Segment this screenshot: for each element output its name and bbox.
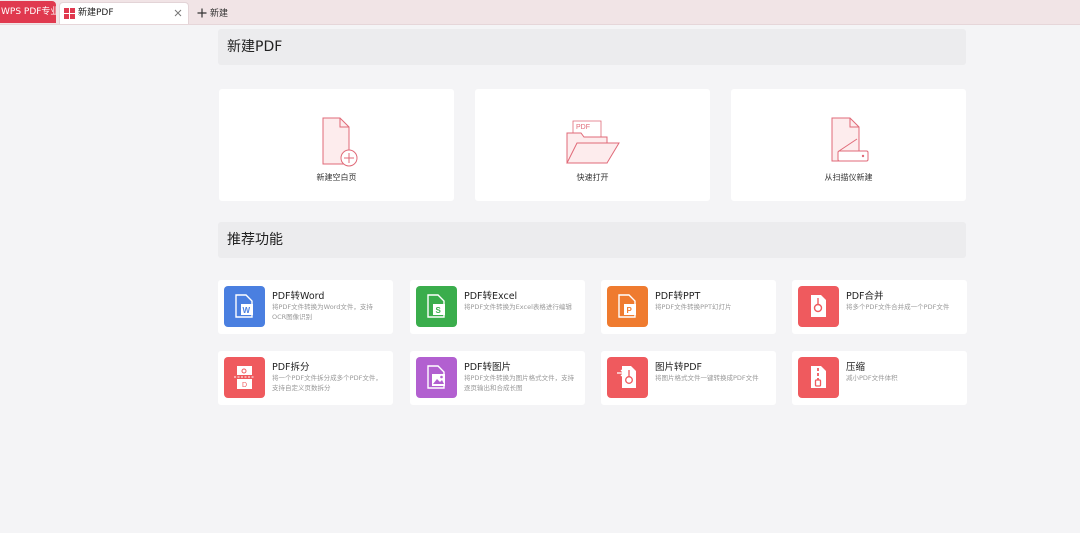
feature-image-to-pdf[interactable]: 图片转PDF 将图片格式文件一键转换成PDF文件 (601, 351, 776, 405)
svg-text:D: D (242, 382, 247, 389)
feature-title: PDF转图片 (464, 362, 512, 373)
image-to-pdf-icon (607, 357, 648, 398)
card-label: 新建空白页 (316, 173, 357, 182)
tab-label: 新建PDF (78, 8, 114, 18)
plus-icon (197, 8, 207, 17)
feature-description: 将PDF文件转换为Word文件，支持OCR图像识别 (272, 303, 373, 321)
scanner-icon (831, 117, 868, 162)
quick-open-card[interactable]: PDF 快速打开 (475, 89, 710, 201)
app-brand-tab[interactable]: WPS PDF专业版 (0, 1, 56, 23)
section-title-new-pdf: 新建PDF (218, 29, 966, 65)
feature-pdf-split[interactable]: D PDF拆分 将一个PDF文件拆分成多个PDF文件，支持自定义页数拆分 (218, 351, 393, 405)
new-blank-page-card[interactable]: 新建空白页 (219, 89, 454, 201)
pdf-doc-icon (64, 8, 75, 19)
feature-description: 将PDF文件转换为Excel表格进行编辑 (464, 303, 572, 311)
new-tab-label: 新建 (210, 9, 229, 19)
feature-title: PDF拆分 (272, 362, 310, 373)
card-label: 从扫描仪新建 (824, 173, 873, 182)
feature-pdf-to-image[interactable]: PDF转图片 将PDF文件转换为图片格式文件，支持逐页输出和合成长图 (410, 351, 585, 405)
pdf-to-ppt-icon: P (607, 286, 648, 327)
feature-pdf-to-ppt[interactable]: P PDF转PPT 将PDF文件转换PPT幻灯片 (601, 280, 776, 334)
scanner-new-card[interactable]: 从扫描仪新建 (731, 89, 966, 201)
feature-title: PDF转Word (272, 291, 325, 302)
pdf-to-image-icon (416, 357, 457, 398)
feature-description: 将图片格式文件一键转换成PDF文件 (655, 374, 759, 382)
feature-title: PDF转PPT (655, 291, 701, 302)
feature-title: PDF合并 (846, 291, 884, 302)
feature-compress[interactable]: 压缩 减小PDF文件体积 (792, 351, 967, 405)
quick-open-folder-icon: PDF (565, 120, 620, 164)
pdf-text-mark: PDF (576, 124, 590, 131)
feature-description: 将PDF文件转换PPT幻灯片 (655, 303, 732, 311)
compress-icon (798, 357, 839, 398)
tab-new-pdf[interactable]: 新建PDF (59, 2, 189, 24)
new-tab-button[interactable]: 新建 (197, 4, 228, 21)
section-title-recommended: 推荐功能 (218, 222, 966, 258)
feature-description: 将多个PDF文件合并成一个PDF文件 (846, 303, 950, 311)
feature-pdf-to-word[interactable]: W PDF转Word 将PDF文件转换为Word文件，支持OCR图像识别 (218, 280, 393, 334)
pdf-merge-icon (798, 286, 839, 327)
pdf-to-word-icon: W (224, 286, 265, 327)
pdf-to-excel-icon: S (416, 286, 457, 327)
svg-text:P: P (627, 306, 633, 315)
pdf-split-icon: D (224, 357, 265, 398)
close-icon[interactable] (173, 8, 183, 18)
feature-description: 将PDF文件转换为图片格式文件，支持逐页输出和合成长图 (464, 374, 575, 392)
card-label: 快速打开 (576, 173, 609, 182)
feature-description: 减小PDF文件体积 (846, 374, 898, 382)
feature-title: 图片转PDF (655, 362, 703, 373)
feature-pdf-to-excel[interactable]: S PDF转Excel 将PDF文件转换为Excel表格进行编辑 (410, 280, 585, 334)
feature-title: 压缩 (846, 362, 866, 373)
svg-text:S: S (436, 306, 442, 315)
feature-pdf-merge[interactable]: PDF合并 将多个PDF文件合并成一个PDF文件 (792, 280, 967, 334)
svg-text:W: W (243, 306, 251, 315)
new-blank-page-icon (322, 117, 357, 167)
feature-title: PDF转Excel (464, 291, 518, 302)
tab-bar: WPS PDF专业版 新建PDF 新建 (0, 0, 1080, 25)
feature-description: 将一个PDF文件拆分成多个PDF文件，支持自定义页数拆分 (272, 374, 382, 392)
